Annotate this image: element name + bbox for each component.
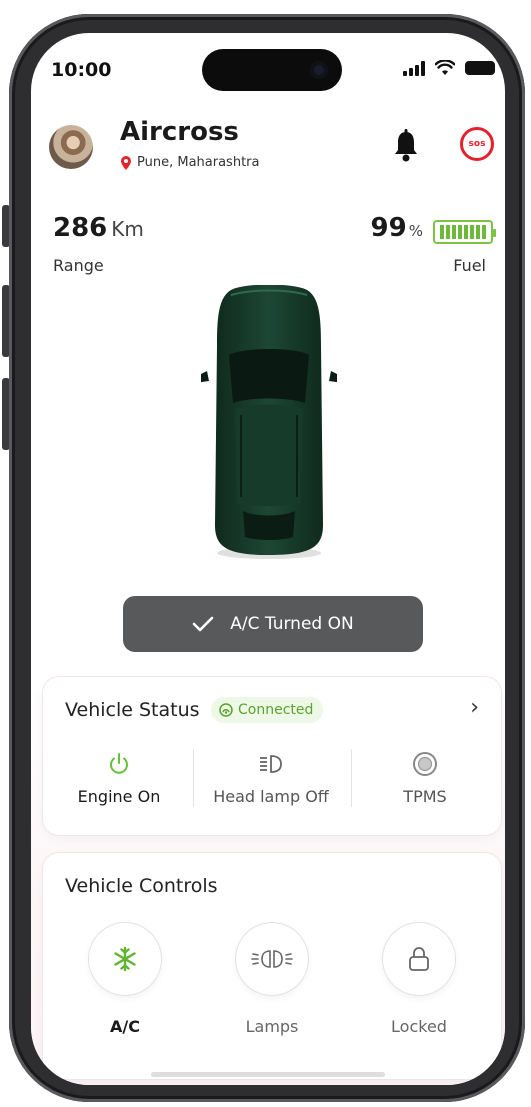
dynamic-island bbox=[202, 49, 342, 91]
car-top-view-image bbox=[201, 285, 337, 559]
car-name: Aircross bbox=[120, 117, 239, 147]
status-tpms: TPMS bbox=[349, 749, 501, 806]
lock-button[interactable] bbox=[383, 923, 455, 995]
ac-button[interactable] bbox=[89, 923, 161, 995]
notification-bell-icon[interactable] bbox=[391, 129, 421, 163]
fuel-segment bbox=[440, 225, 444, 239]
tpms-icon bbox=[413, 752, 437, 776]
fuel-number: 99 bbox=[370, 213, 407, 243]
range-label: Range bbox=[53, 256, 104, 275]
status-icons bbox=[403, 60, 495, 76]
phone-screen: 10:00 Aircross Pune, Maharashtra sos 286… bbox=[31, 33, 505, 1085]
app-header: Aircross Pune, Maharashtra SOS bbox=[31, 103, 505, 191]
vehicle-status-card[interactable]: Vehicle Status Connected › Engine On Hea… bbox=[43, 677, 501, 835]
battery-icon bbox=[465, 61, 495, 75]
vehicle-status-title: Vehicle Status bbox=[65, 699, 200, 721]
lamps-label: Lamps bbox=[245, 1017, 299, 1036]
connected-icon bbox=[219, 703, 233, 717]
fuel-segment bbox=[452, 225, 456, 239]
headlamp-label: Head lamp Off bbox=[213, 787, 329, 806]
snowflake-icon bbox=[114, 946, 136, 972]
range-number: 286 bbox=[53, 213, 108, 243]
control-lock[interactable]: Locked bbox=[359, 923, 479, 1036]
location-text: Pune, Maharashtra bbox=[137, 155, 260, 170]
fuel-segment bbox=[446, 225, 450, 239]
status-headlamp: Head lamp Off bbox=[195, 749, 347, 806]
fuel-gauge-icon bbox=[433, 220, 496, 244]
control-ac[interactable]: A/C bbox=[65, 923, 185, 1036]
avatar[interactable] bbox=[49, 125, 93, 169]
tpms-label: TPMS bbox=[403, 787, 447, 806]
control-lamps[interactable]: Lamps bbox=[212, 923, 332, 1036]
location: Pune, Maharashtra bbox=[120, 155, 259, 170]
fuel-segment bbox=[470, 225, 474, 239]
fuel-value: 99% bbox=[371, 213, 423, 243]
phone-frame: 10:00 Aircross Pune, Maharashtra sos 286… bbox=[9, 14, 525, 1102]
range-value: 286 Km bbox=[53, 213, 144, 243]
vehicle-controls-card: Vehicle Controls A/C Lamps Locked bbox=[43, 853, 501, 1079]
home-indicator bbox=[151, 1072, 385, 1077]
range-unit: Km bbox=[111, 217, 144, 241]
fuel-label: Fuel bbox=[453, 256, 486, 275]
engine-label: Engine On bbox=[77, 787, 161, 806]
fuel-segment bbox=[458, 225, 462, 239]
connected-badge: Connected bbox=[211, 697, 324, 723]
checkmark-icon bbox=[192, 616, 214, 632]
power-icon bbox=[110, 753, 128, 774]
sos-label: SOS bbox=[468, 139, 486, 149]
fuel-segment bbox=[482, 225, 486, 239]
status-engine: Engine On bbox=[43, 749, 195, 806]
lamps-icon bbox=[251, 950, 293, 968]
chevron-right-icon[interactable]: › bbox=[470, 695, 479, 720]
lock-icon bbox=[409, 947, 429, 971]
wifi-icon bbox=[435, 60, 455, 75]
headlamp-icon bbox=[260, 755, 282, 773]
location-pin-icon bbox=[121, 155, 131, 170]
status-time: 10:00 bbox=[51, 59, 112, 81]
ac-toast: A/C Turned ON bbox=[123, 596, 423, 652]
camera-icon bbox=[310, 61, 328, 79]
toast-message: A/C Turned ON bbox=[230, 614, 354, 634]
fuel-segment bbox=[476, 225, 480, 239]
fuel-segment bbox=[464, 225, 468, 239]
lamps-button[interactable] bbox=[236, 923, 308, 995]
divider bbox=[193, 749, 194, 807]
connected-text: Connected bbox=[238, 702, 314, 718]
sos-button[interactable]: SOS bbox=[460, 127, 494, 161]
locked-label: Locked bbox=[391, 1017, 447, 1036]
vehicle-controls-title: Vehicle Controls bbox=[65, 875, 218, 897]
ac-label: A/C bbox=[110, 1017, 140, 1036]
signal-icon bbox=[403, 60, 425, 76]
fuel-unit: % bbox=[408, 222, 423, 240]
